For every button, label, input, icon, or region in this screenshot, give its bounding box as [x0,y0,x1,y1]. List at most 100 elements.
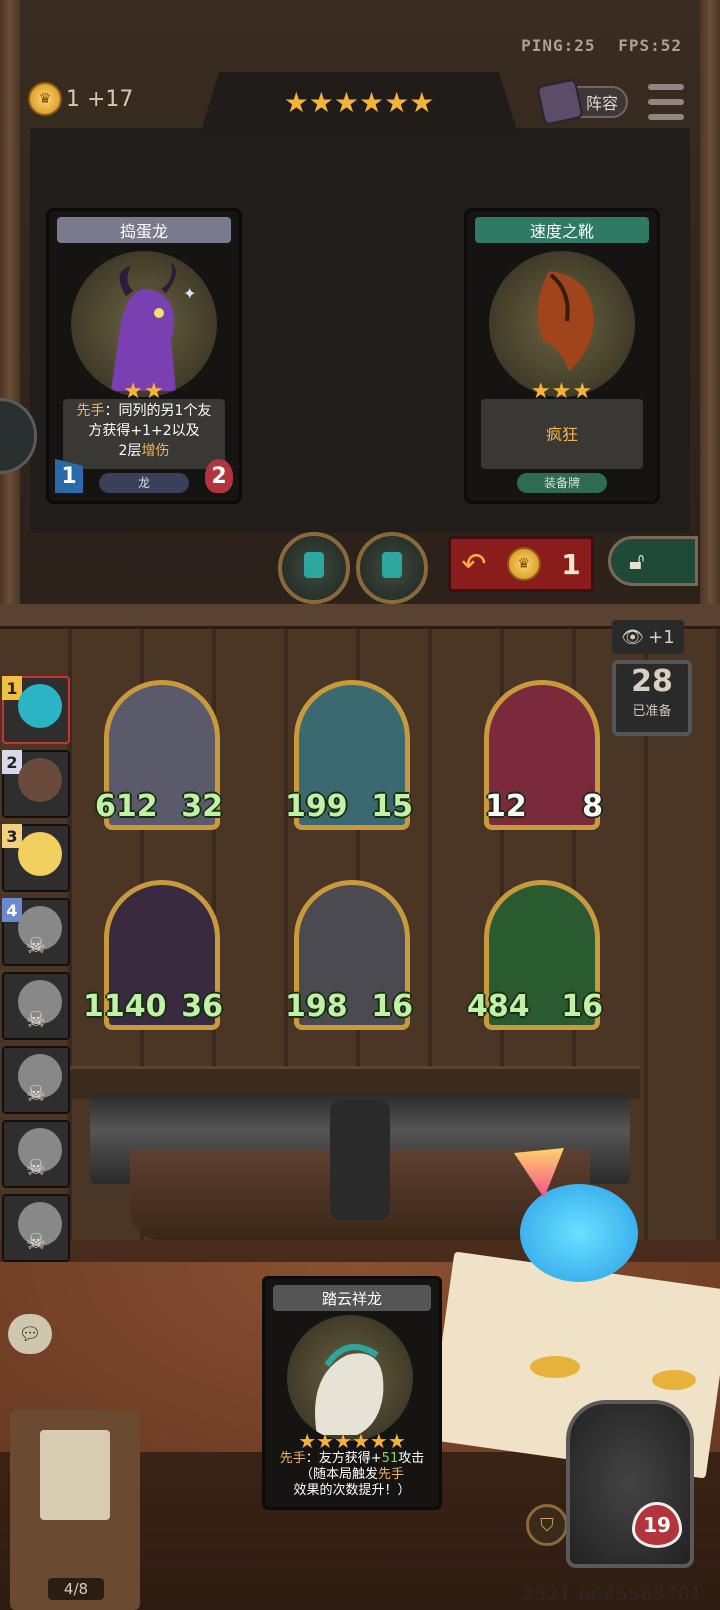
card-health: 2 [205,459,233,493]
unit-attack: 12 [485,789,527,824]
desc-text: 攻击 [398,1451,425,1466]
card-description: 疯狂 [481,399,643,469]
keyword-damage-boost: 增伤 [141,443,170,459]
board-unit[interactable]: 612 32 [95,680,223,830]
shop-card-equipment[interactable]: 速度之靴 ★★★ 疯狂 装备牌 [464,208,660,504]
chat-button[interactable]: 💬︎ [8,1314,52,1354]
unit-health: 16 [561,989,603,1024]
player-avatar [18,832,62,876]
gold-coin-pile [652,1370,696,1390]
shop-card-minion[interactable]: 捣蛋龙 ✦ ★★ 先手：同列的另1个友 方获得+1+2以及 2层增伤 龙 1 2 [46,208,242,504]
player-slot[interactable]: 3 [2,824,70,892]
unit-health: 36 [181,989,223,1024]
right-frame-post [700,0,720,620]
vision-bonus: 👁︎ +1 [612,620,684,654]
skull-icon: ☠ [26,1008,46,1033]
player-slot[interactable]: 2 [2,750,70,818]
desc-text: ：友方获得+ [305,1451,382,1466]
board-unit[interactable]: 1140 36 [83,880,223,1030]
unit-attack: 1140 [83,989,167,1024]
board-unit[interactable]: 198 16 [285,880,413,1030]
hero-health: 19 [632,1502,682,1548]
lineup-label: 阵容 [585,94,618,113]
refresh-button[interactable]: ↶ ♛ 1 [448,536,594,592]
unit-health: 15 [371,789,413,824]
card-stars: ★★★★★★ [298,1429,406,1453]
candle-icon [382,552,402,578]
shield-icon: ⛉ [540,1514,554,1536]
dragon-portrait: ✦ [71,251,217,397]
upgrade-shop-button[interactable] [356,532,428,604]
crown-coin-icon: ♛ [28,82,62,116]
skull-icon: ☠ [26,934,46,959]
card-name: 捣蛋龙 [57,217,231,243]
fps-readout: FPS:52 [618,36,682,55]
dragon-portrait [287,1315,413,1441]
board-unit[interactable]: 484 16 [467,880,603,1030]
candle-icon [304,552,324,578]
unit-health: 8 [582,789,603,824]
desc-text: （随本局触发 [299,1467,378,1482]
menu-bar-icon [648,114,684,120]
unit-attack: 612 [95,789,158,824]
unit-attack: 199 [285,789,348,824]
unit-health: 32 [181,789,223,824]
pet-body [520,1184,638,1282]
skull-icon: ☠ [26,1156,46,1181]
player-slot[interactable]: ☠ [2,1194,70,1262]
unit-attack: 198 [285,989,348,1024]
menu-bar-icon [648,84,684,90]
card-tribe-tag: 龙 [99,473,189,493]
card-type-tag: 装备牌 [517,473,607,493]
keyword-first-strike: 先手 [279,1451,306,1466]
player-slot[interactable]: 1 [2,676,70,744]
desc-number: 51 [381,1451,399,1466]
chat-icon: 💬︎ [18,1323,42,1345]
card-description: 先手：友方获得+51攻击 （随本局触发先手 效果的次数提升！） [269,1451,435,1499]
refresh-icon: ↶ [461,546,487,582]
left-frame-post [0,0,20,620]
svg-text:✦: ✦ [183,284,196,303]
gold-coin-pile [530,1356,580,1378]
board-unit[interactable]: 12 8 [484,680,603,830]
desc-line-3: 2层 [118,443,142,459]
player-slot[interactable]: ☠ [2,1046,70,1114]
card-name: 速度之靴 [475,217,649,243]
keyword-first-strike: 先手 [76,403,105,419]
player-id: 2521 6685563701 [522,1584,704,1605]
board-unit[interactable]: 199 15 [285,680,413,830]
crown-coin-icon: ♛ [506,547,541,581]
wanted-poster-icon [40,1430,110,1520]
lock-shop-button[interactable]: 🔓︎ [608,536,698,586]
desc-text: 效果的次数提升！） [293,1483,411,1498]
ready-counter: 28 已准备 [612,660,692,736]
pet-companion[interactable] [514,1148,640,1288]
freeze-shop-button[interactable] [278,532,350,604]
tavern-tier-banner: ★★★★★★ [200,72,518,134]
barrel-handle [330,1100,390,1220]
skull-icon: ☠ [26,1230,46,1255]
unit-health: 16 [371,989,413,1024]
player-slot[interactable]: ☠ [2,972,70,1040]
card-description: 先手：同列的另1个友 方获得+1+2以及 2层增伤 [63,399,225,469]
hero-portrait[interactable] [566,1400,694,1568]
refresh-cost: 1 [561,547,581,581]
gold-amount: 1 +17 [66,86,134,112]
desc-line-1: ：同列的另1个友 [104,403,212,419]
ping-readout: PING:25 [521,36,596,55]
book-icon [536,78,584,126]
hero-power-button[interactable]: ⛉ [526,1504,568,1546]
player-avatar [18,684,62,728]
boot-portrait [489,251,635,397]
eye-icon: 👁︎ [621,626,645,648]
ready-count: 28 [631,664,673,699]
menu-bar-icon [648,99,684,105]
player-slot[interactable]: ☠ [2,1120,70,1188]
hand-card[interactable]: 踏云祥龙 ★★★★★★ 先手：友方获得+51攻击 （随本局触发先手 效果的次数提… [262,1276,442,1510]
tier-stars: ★★★★★★ [283,86,435,119]
player-slot[interactable]: 4 ☠ [2,898,70,966]
network-stats: PING:25 FPS:52 [521,36,682,55]
player-avatar [18,758,62,802]
vision-bonus-value: +1 [648,626,675,648]
menu-button[interactable] [648,84,684,120]
